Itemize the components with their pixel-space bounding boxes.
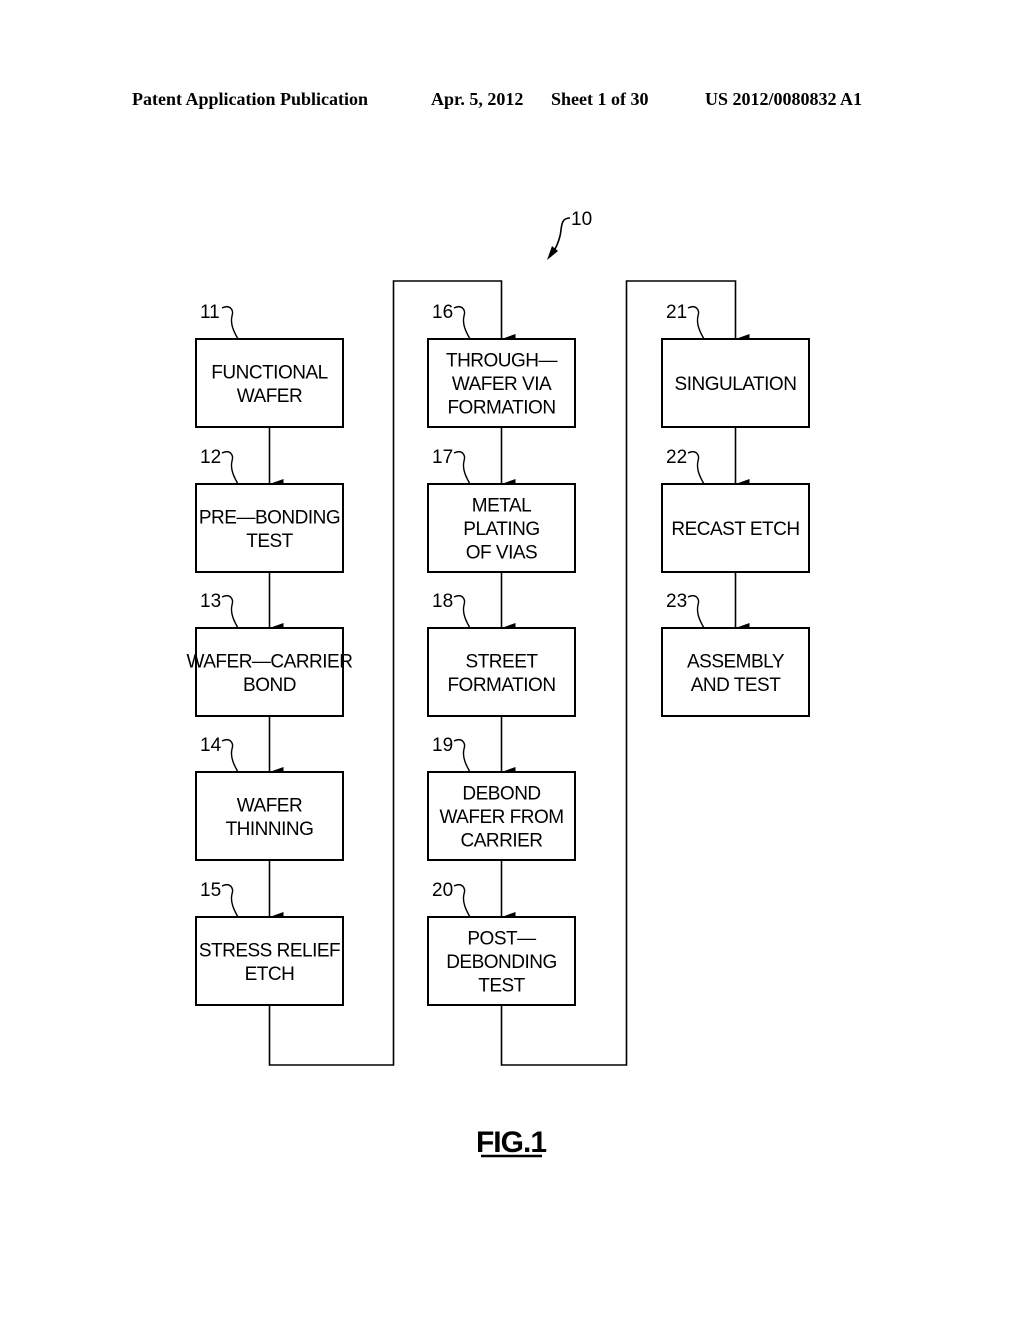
reference-leader-line [687,306,705,340]
step-reference-numeral: 12 [200,447,221,468]
step-reference-numeral: 18 [432,591,453,612]
reference-leader-line [687,595,705,629]
reference-leader-line [453,306,471,340]
figure-reference: 10 [547,209,592,260]
reference-leader-line [221,595,239,629]
process-step-label: POST— [467,929,536,950]
step-reference-numeral: 21 [666,302,687,323]
figure-caption: FIG.1 [476,1126,547,1159]
reference-leader-line [221,884,239,918]
process-step-label: WAFER VIA [452,374,552,395]
process-step-label: ETCH [245,964,295,985]
process-step-label: FORMATION [447,398,555,419]
process-step-label: PLATING [463,519,539,540]
reference-leader-line [453,595,471,629]
process-step-label: METAL [472,496,531,517]
process-step-label: STRESS RELIEF [199,940,340,961]
reference-leader-line [453,739,471,773]
process-step-label: DEBOND [462,784,540,805]
reference-leader-line [687,451,705,485]
step-reference-numeral: 17 [432,447,453,468]
step-reference-numeral: 15 [200,880,221,901]
figure-reference-numeral: 10 [571,209,592,230]
process-step-label: THINNING [226,819,314,840]
step-reference-numeral: 19 [432,735,453,756]
reference-leader-line [453,451,471,485]
step-reference-numeral: 23 [666,591,687,612]
reference-leader-line [221,306,239,340]
process-step-label: THROUGH— [446,351,558,372]
process-step-label: WAFER—CARRIER [187,651,353,672]
process-step-label: WAFER [237,386,302,407]
process-step-label: SINGULATION [675,374,797,395]
process-step-label: DEBONDING [446,952,557,973]
reference-leader-line [221,739,239,773]
process-step-label: ASSEMBLY [687,651,785,672]
figure-label: FIG.1 [476,1126,546,1159]
step-reference-numeral: 14 [200,735,222,756]
process-step-label: BOND [243,675,296,696]
process-step-label: PRE—BONDING [199,507,340,528]
process-step-label: STREET [466,651,539,672]
process-steps: FUNCTIONAL WAFER 11 PRE—BONDING TEST 12 WAFER—… [187,302,810,1006]
reference-leader-line [453,884,471,918]
step-reference-numeral: 13 [200,591,221,612]
process-step-label: WAFER FROM [439,807,563,828]
process-step-label: TEST [246,531,293,552]
step-reference-numeral: 16 [432,302,453,323]
process-step-11: FUNCTIONAL WAFER 11 [195,302,344,428]
process-step-label: TEST [478,976,525,997]
process-step-label: FUNCTIONAL [211,362,327,383]
reference-leader-line [221,451,239,485]
step-reference-numeral: 11 [200,302,220,323]
process-step-label: CARRIER [460,831,542,852]
step-reference-numeral: 22 [666,447,687,468]
process-step-label: OF VIAS [466,543,537,564]
process-step-label: RECAST ETCH [671,519,799,540]
process-step-label: AND TEST [691,675,782,696]
process-step-label: FORMATION [447,675,555,696]
step-reference-numeral: 20 [432,880,453,901]
flowchart-diagram: 10 FUNCTIONAL WAFER 11 PRE—BONDING TEST 12 WAF… [187,209,810,1159]
process-step-label: WAFER [237,795,302,816]
